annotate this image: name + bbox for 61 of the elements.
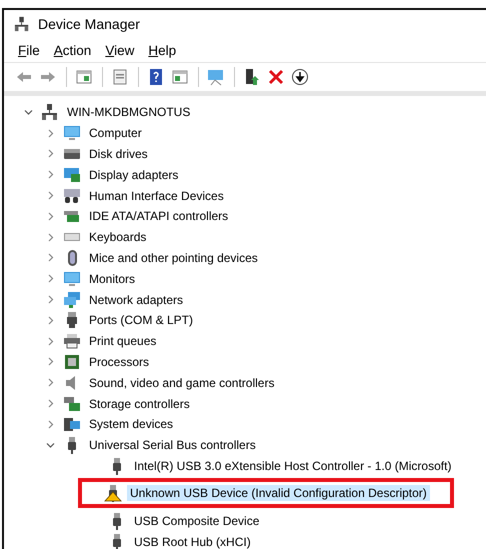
- network-monitors-icon: [63, 290, 81, 309]
- chevron-icon[interactable]: [46, 357, 54, 366]
- chevron-icon[interactable]: [46, 274, 54, 284]
- chevron-icon[interactable]: [46, 316, 54, 325]
- computer-network-icon: [41, 103, 59, 122]
- monitor-icon: [63, 270, 81, 288]
- monitor-search-icon[interactable]: [207, 68, 225, 86]
- chevron-icon[interactable]: [46, 253, 54, 262]
- tree-item[interactable]: Human Interface Devices: [86, 188, 227, 204]
- chevron-icon[interactable]: [46, 295, 54, 304]
- delete-icon[interactable]: [267, 68, 285, 86]
- chevron-icon[interactable]: [46, 378, 54, 388]
- menu-item[interactable]: Action: [54, 42, 92, 58]
- chevron-icon[interactable]: [46, 149, 54, 158]
- chevron-icon[interactable]: [46, 191, 54, 200]
- chevron-icon[interactable]: [46, 420, 54, 429]
- tree-item[interactable]: Network adapters: [86, 292, 186, 308]
- tree-item[interactable]: Intel(R) USB 3.0 eXtensible Host Controller - 1.0 (Microsoft): [131, 458, 454, 474]
- chevron-icon[interactable]: [46, 399, 54, 408]
- action-pane-icon[interactable]: [171, 68, 189, 86]
- chevron-icon[interactable]: [46, 440, 54, 450]
- chevron-icon[interactable]: [46, 128, 54, 138]
- tree-item[interactable]: Storage controllers: [86, 396, 193, 412]
- tree-item[interactable]: Sound, video and game controllers: [86, 374, 278, 391]
- tree-item[interactable]: Keyboards: [86, 229, 150, 246]
- tree-item[interactable]: Monitors: [86, 270, 138, 287]
- chevron-icon[interactable]: [46, 232, 54, 242]
- tree-item[interactable]: System devices: [86, 416, 176, 432]
- chevron-icon[interactable]: [24, 108, 32, 117]
- menu-item[interactable]: Help: [148, 42, 176, 58]
- input-device-icon: [63, 186, 81, 205]
- menu-item[interactable]: File: [18, 42, 40, 58]
- printer-icon: [63, 332, 81, 350]
- tree-item[interactable]: Universal Serial Bus controllers: [86, 437, 259, 454]
- monitor-icon: [63, 124, 81, 142]
- tree-item[interactable]: Disk drives: [86, 146, 151, 162]
- display-adapter-icon: [63, 166, 81, 184]
- tree-item[interactable]: USB Root Hub (xHCI): [131, 534, 254, 549]
- help-icon[interactable]: [147, 68, 165, 86]
- chevron-icon[interactable]: [46, 170, 54, 180]
- tree-item[interactable]: Processors: [86, 354, 152, 370]
- device-update-icon[interactable]: [243, 68, 261, 86]
- tree-item[interactable]: Display adapters: [86, 166, 182, 183]
- properties-icon[interactable]: [111, 68, 129, 86]
- chevron-icon[interactable]: [46, 212, 54, 221]
- menu-item[interactable]: View: [105, 42, 134, 58]
- tree-item[interactable]: Mice and other pointing devices: [86, 250, 261, 266]
- tree-item[interactable]: USB Composite Device: [131, 512, 262, 529]
- download-circle-icon[interactable]: [291, 68, 309, 86]
- tree-item[interactable]: Ports (COM & LPT): [86, 312, 196, 328]
- window-title: Device Manager: [38, 16, 140, 32]
- tree-item[interactable]: Unknown USB Device (Invalid Configuration Descriptor): [127, 485, 430, 502]
- computer-network-icon: [14, 16, 30, 32]
- tree-item[interactable]: Computer: [86, 125, 145, 142]
- chevron-icon[interactable]: [46, 336, 54, 346]
- processor-icon: [63, 352, 81, 371]
- tree-item[interactable]: WIN-MKDBMGNOTUS: [64, 104, 194, 120]
- tree-item[interactable]: Print queues: [86, 333, 160, 350]
- tree-item[interactable]: IDE ATA/ATAPI controllers: [86, 208, 232, 224]
- storage-icon: [63, 394, 81, 413]
- show-pane-icon[interactable]: [75, 68, 93, 86]
